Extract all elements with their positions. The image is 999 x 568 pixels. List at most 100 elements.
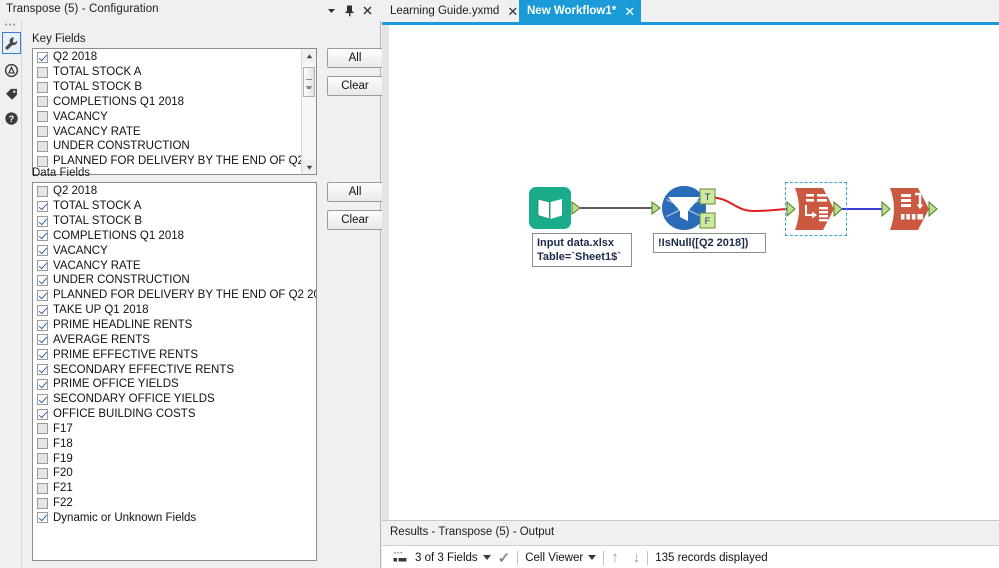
- chevron-down-icon[interactable]: [324, 3, 339, 18]
- checkbox-icon[interactable]: [37, 378, 48, 390]
- workflow-canvas[interactable]: T F Input data.xlsx Table=`Sheet1$` !IsN…: [382, 25, 999, 520]
- key-field-row[interactable]: TOTAL STOCK B: [33, 80, 301, 95]
- input-data-tool-label[interactable]: Input data.xlsx Table=`Sheet1$`: [532, 233, 632, 267]
- data-fields-list[interactable]: Q2 2018 TOTAL STOCK A TOTAL STOCK B COMPLET…: [32, 182, 317, 561]
- checkbox-icon[interactable]: [37, 453, 48, 465]
- input-output-anchor[interactable]: [571, 201, 581, 215]
- checkbox-icon[interactable]: [37, 334, 48, 346]
- data-field-row[interactable]: PRIME EFFECTIVE RENTS: [33, 347, 316, 362]
- data-field-row[interactable]: VACANCY: [33, 243, 316, 258]
- data-field-row[interactable]: PLANNED FOR DELIVERY BY THE END OF Q2 20…: [33, 288, 316, 303]
- tab-learning-guide[interactable]: Learning Guide.yxmd ✕: [382, 0, 525, 22]
- key-field-row[interactable]: UNDER CONSTRUCTION: [33, 139, 301, 154]
- fields-selector[interactable]: 3 of 3 Fields: [415, 552, 491, 564]
- data-field-row[interactable]: F22: [33, 496, 316, 511]
- checkbox-icon[interactable]: [37, 467, 48, 479]
- tab-new-workflow1[interactable]: New Workflow1* ✕: [519, 0, 642, 22]
- checkbox-icon[interactable]: [37, 81, 48, 93]
- checkbox-icon[interactable]: [37, 497, 48, 509]
- checkbox-icon[interactable]: [37, 155, 48, 167]
- key-fields-all-button[interactable]: All: [327, 48, 383, 68]
- checkbox-icon[interactable]: [37, 364, 48, 376]
- checkbox-icon[interactable]: [37, 438, 48, 450]
- checkbox-icon[interactable]: [37, 230, 48, 242]
- connection-filter-to-transpose[interactable]: [706, 196, 793, 213]
- scroll-down-arrow-icon[interactable]: [302, 160, 316, 174]
- key-fields-list[interactable]: Q2 2018 TOTAL STOCK A TOTAL STOCK B COMPLET…: [32, 48, 317, 175]
- key-field-row[interactable]: COMPLETIONS Q1 2018: [33, 95, 301, 110]
- checkbox-icon[interactable]: [37, 260, 48, 272]
- checkbox-icon[interactable]: [37, 96, 48, 108]
- data-field-row[interactable]: F17: [33, 422, 316, 437]
- checkbox-icon[interactable]: [37, 408, 48, 420]
- key-field-row[interactable]: VACANCY: [33, 109, 301, 124]
- checkbox-icon[interactable]: [37, 289, 48, 301]
- checkbox-icon[interactable]: [37, 482, 48, 494]
- close-icon[interactable]: [360, 3, 375, 18]
- chevron-down-icon[interactable]: [482, 555, 491, 560]
- data-field-row[interactable]: Q2 2018: [33, 184, 316, 199]
- data-field-row[interactable]: F21: [33, 481, 316, 496]
- target-icon[interactable]: [2, 59, 21, 81]
- grid-icon[interactable]: •••: [392, 549, 409, 566]
- checkbox-icon[interactable]: [37, 393, 48, 405]
- view-selector[interactable]: Cell Viewer: [525, 552, 597, 564]
- data-field-row[interactable]: SECONDARY EFFECTIVE RENTS: [33, 362, 316, 377]
- pin-icon[interactable]: [342, 3, 357, 18]
- key-fields-scrollbar[interactable]: [301, 49, 316, 174]
- help-icon[interactable]: ?: [2, 107, 21, 129]
- checkbox-icon[interactable]: [37, 423, 48, 435]
- check-icon[interactable]: ✓: [498, 549, 511, 567]
- checkbox-icon[interactable]: [37, 126, 48, 138]
- checkbox-icon[interactable]: [37, 319, 48, 331]
- data-field-row[interactable]: SECONDARY OFFICE YIELDS: [33, 392, 316, 407]
- crosstab-output-anchor[interactable]: [928, 200, 938, 218]
- checkbox-icon[interactable]: [37, 51, 48, 63]
- data-field-row[interactable]: PRIME HEADLINE RENTS: [33, 318, 316, 333]
- key-field-row[interactable]: TOTAL STOCK A: [33, 65, 301, 80]
- checkbox-icon[interactable]: [37, 349, 48, 361]
- data-field-row[interactable]: Dynamic or Unknown Fields: [33, 511, 316, 526]
- filter-tool-label[interactable]: !IsNull([Q2 2018]): [653, 233, 766, 253]
- input-data-tool-icon[interactable]: [529, 187, 571, 229]
- data-field-row[interactable]: PRIME OFFICE YIELDS: [33, 377, 316, 392]
- checkbox-icon[interactable]: [37, 111, 48, 123]
- data-field-row[interactable]: OFFICE BUILDING COSTS: [33, 407, 316, 422]
- scroll-down-button[interactable]: ↓: [633, 549, 641, 566]
- chevron-down-icon[interactable]: [588, 555, 597, 560]
- checkbox-icon[interactable]: [37, 512, 48, 524]
- data-field-row[interactable]: F20: [33, 466, 316, 481]
- data-field-row[interactable]: F19: [33, 451, 316, 466]
- close-icon[interactable]: ✕: [507, 5, 518, 18]
- key-fields-clear-button[interactable]: Clear: [327, 76, 383, 96]
- data-field-row[interactable]: COMPLETIONS Q1 2018: [33, 229, 316, 244]
- crosstab-input-anchor[interactable]: [881, 200, 891, 218]
- checkbox-icon[interactable]: [37, 304, 48, 316]
- crosstab-tool-icon[interactable]: [890, 188, 929, 230]
- close-icon[interactable]: ✕: [624, 5, 635, 18]
- checkbox-icon[interactable]: [37, 200, 48, 212]
- data-field-row[interactable]: F18: [33, 436, 316, 451]
- tag-icon[interactable]: [2, 83, 21, 105]
- scroll-up-button[interactable]: ↑: [611, 549, 619, 566]
- filter-true-output-anchor[interactable]: T: [699, 188, 716, 205]
- checkbox-icon[interactable]: [37, 66, 48, 78]
- data-field-row[interactable]: TOTAL STOCK A: [33, 199, 316, 214]
- data-field-row[interactable]: UNDER CONSTRUCTION: [33, 273, 316, 288]
- filter-input-anchor[interactable]: [651, 201, 661, 215]
- data-fields-all-button[interactable]: All: [327, 182, 383, 202]
- scroll-up-arrow-icon[interactable]: [302, 49, 316, 63]
- filter-false-output-anchor[interactable]: F: [699, 212, 716, 229]
- data-field-row[interactable]: TOTAL STOCK B: [33, 214, 316, 229]
- key-field-row[interactable]: Q2 2018: [33, 50, 301, 65]
- data-field-row[interactable]: TAKE UP Q1 2018: [33, 303, 316, 318]
- data-fields-clear-button[interactable]: Clear: [327, 210, 383, 230]
- drag-handle-dots[interactable]: •••: [5, 22, 17, 29]
- key-field-row[interactable]: VACANCY RATE: [33, 124, 301, 139]
- checkbox-icon[interactable]: [37, 140, 48, 152]
- checkbox-icon[interactable]: [37, 215, 48, 227]
- checkbox-icon[interactable]: [37, 185, 48, 197]
- scrollbar-thumb[interactable]: [303, 67, 315, 97]
- data-field-row[interactable]: VACANCY RATE: [33, 258, 316, 273]
- wrench-icon[interactable]: [2, 32, 21, 54]
